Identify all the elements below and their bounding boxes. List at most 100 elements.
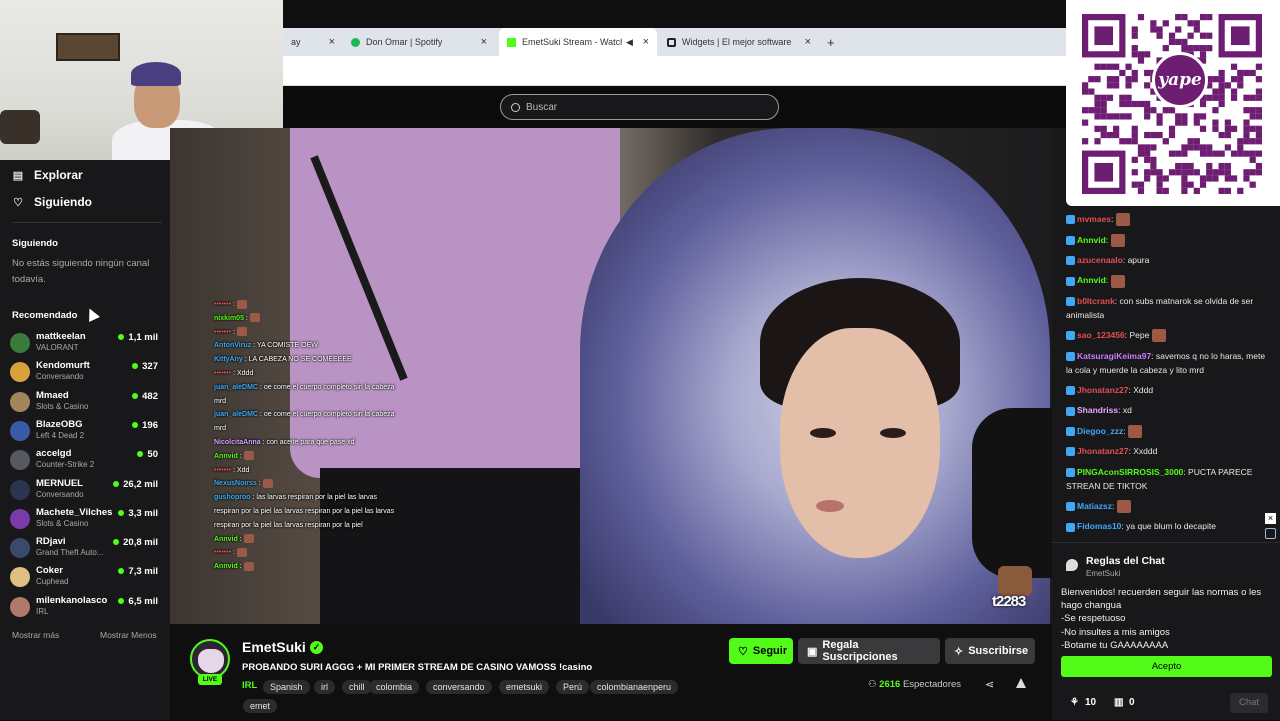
close-icon[interactable]: × — [1265, 513, 1276, 524]
tag-chip[interactable]: emet — [243, 699, 278, 713]
chat-username[interactable]: Annvid — [1077, 275, 1106, 285]
chat-username: ••••••• — [214, 301, 232, 308]
chat-username[interactable]: Jhonatanz27 — [1077, 446, 1129, 456]
recommended-channel[interactable]: mattkeelan VALORANT 1,1 mil — [10, 330, 160, 358]
chat-username[interactable]: sao_123456 — [1077, 330, 1125, 340]
emote-icon — [1128, 424, 1143, 438]
close-tab-icon[interactable]: × — [329, 36, 335, 48]
channel-name[interactable]: EmetSuki — [242, 639, 306, 655]
chat-username[interactable]: Jhonatanz27 — [1077, 385, 1129, 395]
close-tab-icon[interactable]: × — [643, 36, 649, 48]
viewer-number: 196 — [142, 419, 158, 431]
show-less-link[interactable]: Mostrar Menos — [100, 630, 157, 640]
tag-chip[interactable]: Perú — [556, 680, 590, 694]
accept-rules-button[interactable]: Acepto — [1061, 656, 1272, 677]
nav-explore[interactable]: ▤ Explorar — [12, 168, 83, 182]
live-dot-icon — [118, 568, 125, 575]
channel-name: MERNUEL — [36, 477, 83, 489]
chat-username: nixkim05 — [214, 314, 244, 322]
live-dot-icon — [113, 480, 120, 487]
chat-text: Xddd — [237, 369, 254, 377]
tag-chip[interactable]: colombia — [369, 680, 420, 694]
follow-button[interactable]: ♡ Seguir — [729, 638, 793, 664]
speaker-icon[interactable]: ◀ — [626, 37, 633, 48]
gift-subs-button[interactable]: ▣ Regala Suscripciones — [798, 638, 940, 664]
popout-icon[interactable] — [1265, 528, 1276, 539]
sub-badge-icon — [1066, 426, 1075, 436]
recommended-channel[interactable]: Mmaed Slots & Casino 482 — [10, 389, 160, 417]
chat-username[interactable]: PINGAconSIRROSIS_3000 — [1077, 467, 1183, 477]
viewer-label: Espectadores — [902, 679, 962, 690]
chat-username[interactable]: azucenaalo — [1077, 255, 1123, 265]
recommended-channel[interactable]: accelgd Counter-Strike 2 50 — [10, 447, 160, 475]
sub-badge-icon — [1066, 447, 1075, 457]
sub-badge-icon — [1066, 467, 1075, 477]
emote-icon — [262, 479, 273, 489]
new-tab-button[interactable]: + — [819, 28, 849, 56]
chat-send-button[interactable]: Chat — [1230, 693, 1268, 713]
recommended-channel[interactable]: MERNUEL Conversando 26,2 mil — [10, 477, 160, 505]
chat-username[interactable]: mvmaes — [1077, 214, 1111, 224]
report-icon[interactable] — [1016, 678, 1026, 688]
show-more-link[interactable]: Mostrar más — [12, 630, 59, 640]
chat-username: gushoproo — [214, 494, 251, 502]
browser-tab[interactable]: EmetSuki Stream - Watch L ◀ × — [499, 28, 657, 56]
tag-chip[interactable]: chill — [342, 680, 372, 694]
browser-tab[interactable]: Don Omar | Spotify × — [343, 28, 495, 56]
gift-icon[interactable]: ▥ — [1114, 697, 1123, 708]
channel-category: Slots & Casino — [36, 401, 89, 411]
stream-category[interactable]: IRL — [242, 680, 257, 691]
rules-line: -Se respetuoso — [1061, 613, 1126, 625]
emote-icon — [1116, 500, 1131, 514]
kicks-icon[interactable]: ⚘ — [1070, 697, 1079, 708]
recommended-channel[interactable]: Coker Cuphead 7,3 mil — [10, 564, 160, 592]
browser-tab-bar: ay × Don Omar | Spotify × EmetSuki Strea… — [283, 28, 1066, 56]
video-player[interactable]: ••••••• : nixkim05 : ••••••• : AntonViru… — [170, 128, 1052, 624]
browser-tab[interactable]: Widgets | El mejor software para × — [659, 28, 819, 56]
tag-chip[interactable]: conversando — [426, 680, 492, 694]
sub-badge-icon — [1066, 297, 1075, 307]
tag-chip[interactable]: colombianaenperu — [590, 680, 679, 694]
chat-message: Matiazsz: — [1066, 499, 1272, 514]
viewer-number: 50 — [147, 449, 158, 461]
rules-line: -No insultes a mis amigos — [1061, 626, 1170, 638]
viewer-count: 50 — [137, 449, 158, 460]
channel-category: Conversando — [36, 372, 84, 382]
channel-category: Grand Theft Auto... — [36, 548, 104, 558]
share-icon[interactable]: ⋖ — [985, 678, 994, 691]
chat-username[interactable]: Shandriss — [1077, 405, 1118, 415]
chat-username[interactable]: b0ltcrank — [1077, 296, 1115, 306]
live-badge: LIVE — [198, 674, 222, 685]
kick-icon — [507, 37, 516, 47]
browser-tab[interactable]: ay × — [283, 28, 343, 56]
channel-name: accelgd — [36, 448, 72, 460]
overlay-chat-message: AntonViruz : YA COMISTE OEW — [214, 342, 318, 350]
nav-label: Explorar — [34, 168, 83, 182]
chat-username[interactable]: Fidomas10 — [1077, 521, 1121, 531]
tag-chip[interactable]: Spanish — [263, 680, 310, 694]
tag-chip[interactable]: irl — [314, 680, 335, 694]
channel-category: Slots & Casino — [36, 518, 89, 528]
recommended-channel[interactable]: Kendomurft Conversando 327 — [10, 359, 160, 387]
channel-avatar[interactable] — [190, 639, 230, 679]
close-tab-icon[interactable]: × — [805, 36, 811, 48]
chat-text: Pepe — [1129, 330, 1150, 341]
emote-icon — [1110, 233, 1125, 247]
nav-following[interactable]: ♡ Siguiendo — [12, 195, 92, 209]
address-bar[interactable] — [283, 56, 1066, 86]
tag-chip[interactable]: emetsuki — [499, 680, 550, 694]
sidebar: ▤ Explorar ♡ Siguiendo Siguiendo No está… — [0, 160, 170, 720]
chat-username[interactable]: Matiazsz — [1077, 501, 1112, 511]
recommended-channel[interactable]: milenkanolasco IRL 6,5 mil — [10, 594, 160, 622]
chat-username[interactable]: Diegoo_zzz — [1077, 426, 1123, 436]
recommended-channel[interactable]: RDjavi Grand Theft Auto... 20,8 mil — [10, 535, 160, 563]
chat-username[interactable]: Annvid — [1077, 235, 1106, 245]
chat-username[interactable]: KatsuragiKeima97 — [1077, 351, 1151, 361]
viewer-number: 7,3 mil — [128, 566, 158, 578]
recommended-channel[interactable]: BlazeOBG Left 4 Dead 2 196 — [10, 418, 160, 446]
recommended-channel[interactable]: Machete_Vilches Slots & Casino 3,3 mil — [10, 506, 160, 534]
avatar — [10, 333, 30, 353]
subscribe-button[interactable]: ✧ Suscribirse — [945, 638, 1035, 664]
close-tab-icon[interactable]: × — [481, 36, 487, 48]
search-input[interactable]: Buscar — [500, 94, 779, 120]
